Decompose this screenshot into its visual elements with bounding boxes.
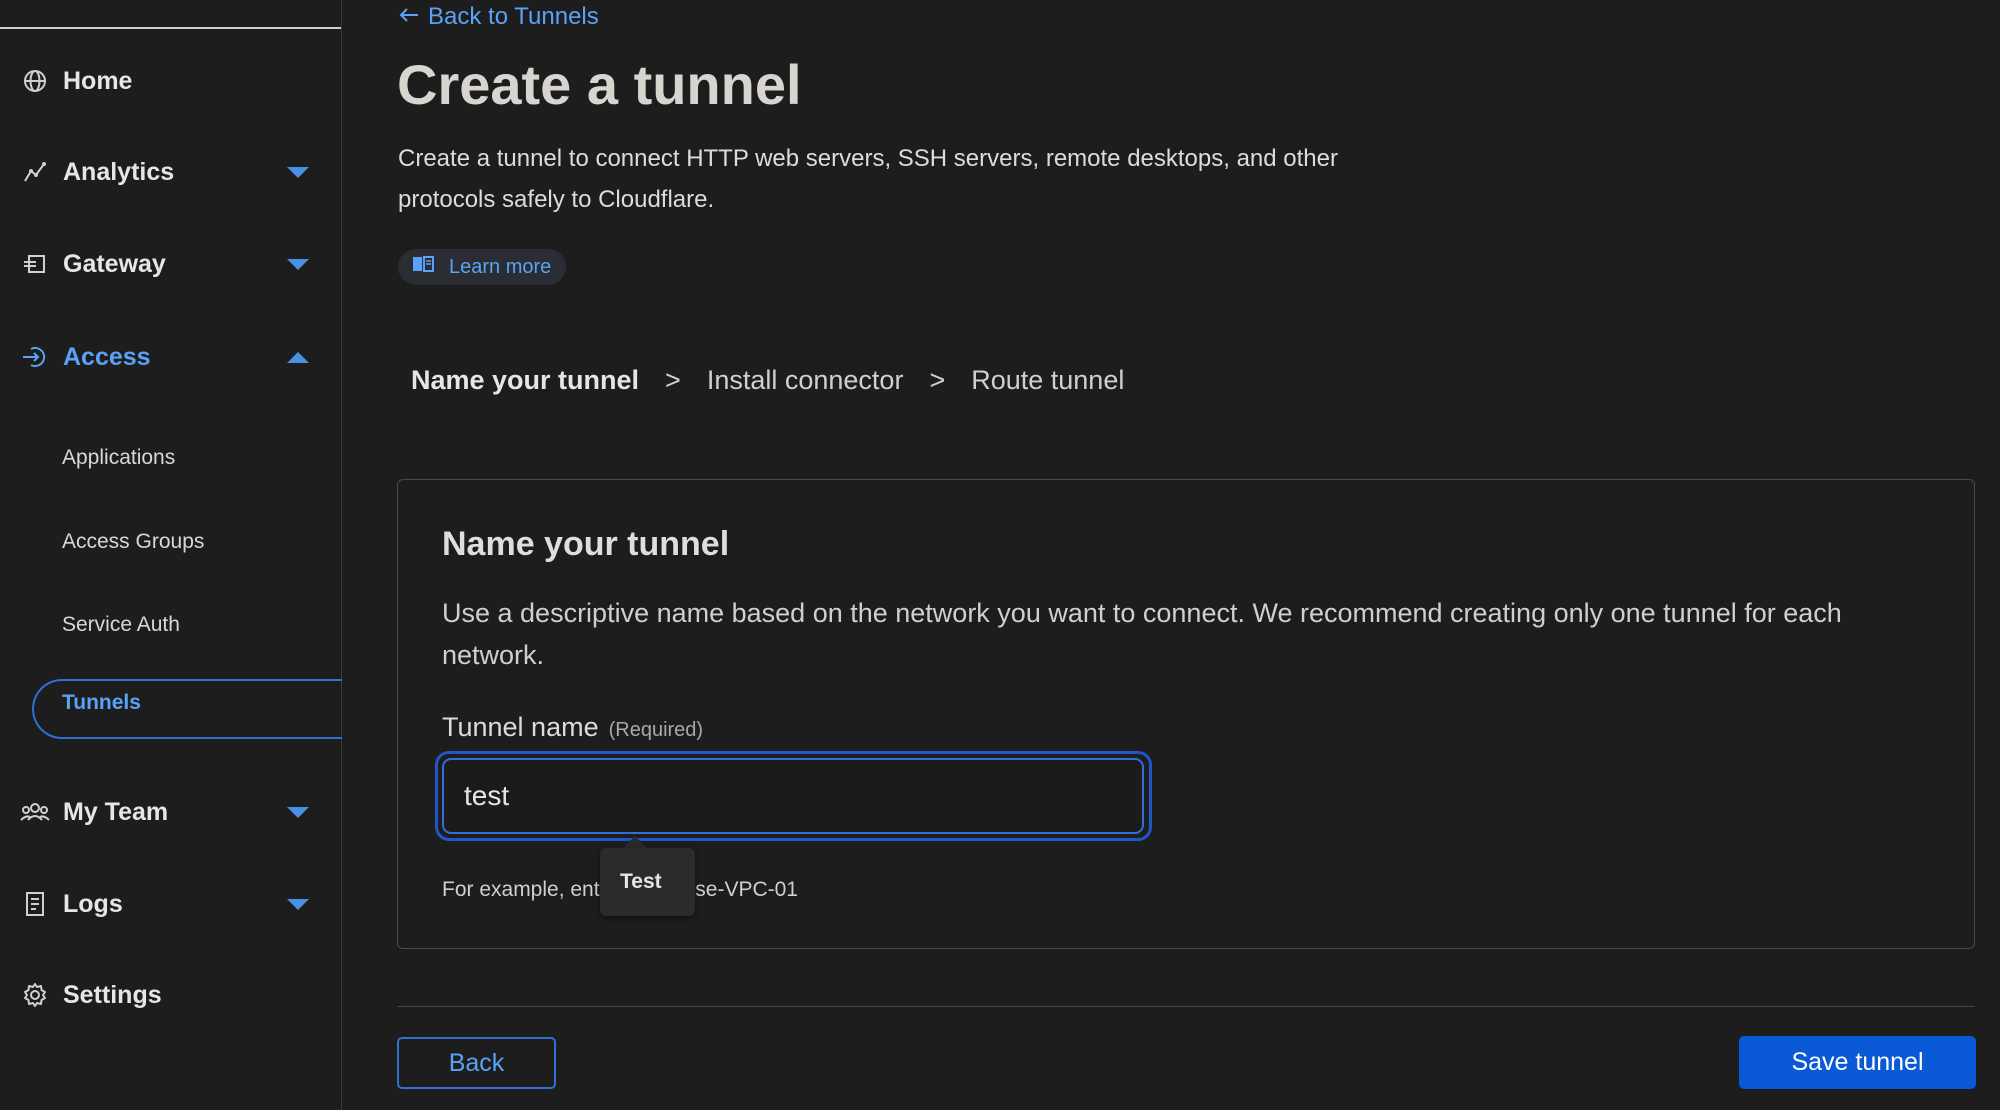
- learn-more-label: Learn more: [449, 255, 552, 278]
- globe-icon: [20, 66, 50, 96]
- gear-icon: [20, 980, 50, 1010]
- save-tunnel-button[interactable]: Save tunnel: [1739, 1036, 1976, 1089]
- sidebar-item-my-team[interactable]: My Team: [0, 782, 341, 842]
- card-description: Use a descriptive name based on the netw…: [442, 598, 1842, 670]
- sidebar-item-label: Access: [63, 342, 151, 371]
- step-breadcrumb: Name your tunnel > Install connector > R…: [411, 365, 1124, 396]
- chevron-down-icon[interactable]: [287, 898, 309, 910]
- step-separator: >: [665, 365, 681, 395]
- tunnel-name-label: Tunnel name (Required): [442, 712, 703, 743]
- arrow-left-icon: [398, 3, 420, 31]
- back-button[interactable]: Back: [397, 1037, 556, 1089]
- sidebar-item-gateway[interactable]: Gateway: [0, 234, 341, 294]
- analytics-icon: [20, 157, 50, 187]
- chevron-down-icon[interactable]: [287, 166, 309, 178]
- sidebar-subitem-label: Tunnels: [62, 691, 141, 714]
- page-title: Create a tunnel: [397, 53, 802, 116]
- card-title: Name your tunnel: [442, 525, 730, 563]
- step-separator: >: [929, 365, 946, 395]
- step-install-connector: Install connector: [706, 365, 904, 395]
- sidebar-item-access[interactable]: Access: [0, 327, 341, 387]
- learn-more-link[interactable]: Learn more: [398, 249, 567, 285]
- sidebar-divider: [0, 27, 341, 29]
- sidebar: Home Analytics Gateway Access Applicatio…: [0, 0, 342, 1110]
- sidebar-item-label: Settings: [63, 980, 162, 1009]
- tunnel-name-input[interactable]: [442, 758, 1144, 834]
- sidebar-item-label: My Team: [63, 797, 169, 826]
- chevron-down-icon[interactable]: [287, 806, 309, 818]
- gateway-icon: [20, 249, 50, 279]
- sidebar-subitem-access-groups[interactable]: Access Groups: [62, 517, 204, 567]
- sidebar-item-label: Home: [63, 66, 133, 95]
- team-icon: [20, 797, 50, 827]
- sidebar-subitem-service-auth[interactable]: Service Auth: [62, 600, 180, 650]
- sidebar-item-label: Analytics: [63, 157, 175, 186]
- autocomplete-arrow: [623, 836, 647, 848]
- step-name-tunnel: Name your tunnel: [411, 365, 640, 395]
- logs-icon: [20, 889, 50, 919]
- chevron-down-icon[interactable]: [287, 258, 309, 270]
- back-link-label: Back to Tunnels: [428, 3, 599, 30]
- book-icon: [411, 254, 435, 280]
- sidebar-item-label: Gateway: [63, 249, 166, 278]
- sidebar-subitem-applications[interactable]: Applications: [62, 433, 175, 483]
- field-label-text: Tunnel name: [442, 712, 599, 742]
- back-to-tunnels-link[interactable]: Back to Tunnels: [398, 3, 599, 31]
- page-description: Create a tunnel to connect HTTP web serv…: [398, 145, 1338, 213]
- access-icon: [20, 342, 50, 372]
- sidebar-item-home[interactable]: Home: [0, 51, 341, 111]
- autocomplete-suggestion[interactable]: Test: [600, 848, 695, 916]
- sidebar-item-settings[interactable]: Settings: [0, 965, 341, 1025]
- sidebar-item-analytics[interactable]: Analytics: [0, 142, 341, 202]
- sidebar-item-label: Logs: [63, 889, 123, 918]
- step-route-tunnel: Route tunnel: [971, 365, 1125, 395]
- sidebar-item-logs[interactable]: Logs: [0, 874, 341, 934]
- chevron-up-icon[interactable]: [287, 351, 309, 363]
- footer-divider: [397, 1006, 1975, 1007]
- required-indicator: (Required): [608, 719, 704, 741]
